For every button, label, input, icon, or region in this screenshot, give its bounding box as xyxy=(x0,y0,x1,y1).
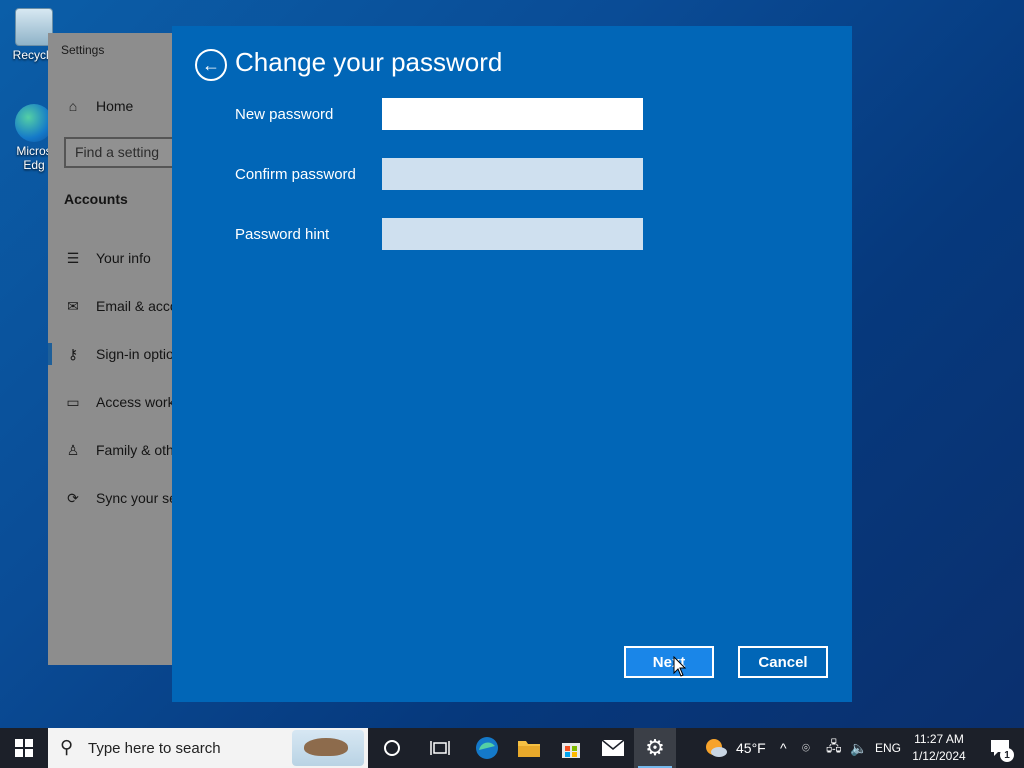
store-button[interactable] xyxy=(550,728,592,768)
nav-sync[interactable]: ⟳ Sync your se xyxy=(64,489,177,507)
nav-your-info[interactable]: ☰ Your info xyxy=(64,249,151,267)
language-indicator[interactable]: ENG xyxy=(875,728,901,768)
weather-icon xyxy=(706,739,727,757)
gear-icon: ⚙ xyxy=(645,735,665,760)
nav-home[interactable]: ⌂ Home xyxy=(64,97,134,115)
nav-label: Email & acco xyxy=(96,298,178,314)
meet-now-icon[interactable]: ⌾ xyxy=(802,728,810,768)
desktop-icon-label: Micros Edg xyxy=(16,144,52,172)
settings-taskbar-button[interactable]: ⚙ xyxy=(634,728,676,768)
cancel-button[interactable]: Cancel xyxy=(738,646,828,678)
edge-icon xyxy=(476,737,498,759)
mail-button[interactable] xyxy=(592,728,634,768)
key-icon: ⚷ xyxy=(67,345,79,362)
confirm-password-label: Confirm password xyxy=(235,166,356,183)
network-icon[interactable]: 🖧 xyxy=(826,728,842,768)
clock-time: 11:27 AM xyxy=(914,732,964,746)
action-center-button[interactable]: 1 xyxy=(980,728,1020,768)
find-setting-input[interactable]: Find a setting xyxy=(64,137,178,168)
person-info-icon: ☰ xyxy=(66,249,80,266)
chevron-up-icon: ^ xyxy=(780,740,787,756)
nav-label: Family & oth xyxy=(96,442,174,458)
settings-window: Settings ⌂ Home Find a setting Accounts … xyxy=(48,33,178,665)
briefcase-icon: ▭ xyxy=(66,393,80,410)
person-add-icon: ♙ xyxy=(66,441,80,458)
edge-taskbar-button[interactable] xyxy=(466,728,508,768)
nav-access-work[interactable]: ▭ Access work xyxy=(64,393,175,411)
task-view-button[interactable] xyxy=(420,728,460,768)
section-heading: Accounts xyxy=(64,191,128,207)
weather-temp: 45°F xyxy=(736,740,766,756)
notification-count-badge: 1 xyxy=(1000,748,1014,762)
taskbar: ⚲ Type here to search ⚙ 45°F ^ ⌾ 🖧 🔈 ENG… xyxy=(0,728,1024,768)
arrow-left-icon: ← xyxy=(202,54,220,75)
task-view-icon xyxy=(430,741,450,755)
nav-email-accounts[interactable]: ✉ Email & acco xyxy=(64,297,178,315)
circle-icon xyxy=(384,740,400,756)
nav-label: Access work xyxy=(96,394,175,410)
password-hint-input[interactable] xyxy=(382,218,643,250)
nav-sign-in-options[interactable]: ⚷ Sign-in optio xyxy=(64,345,174,363)
settings-title: Settings xyxy=(61,43,105,57)
clock[interactable]: 11:27 AM 1/12/2024 xyxy=(906,731,972,765)
nav-label: Sync your se xyxy=(96,490,177,506)
home-icon: ⌂ xyxy=(68,98,78,114)
back-button[interactable]: ← xyxy=(195,49,227,81)
selection-indicator xyxy=(48,343,52,365)
nav-label: Sign-in optio xyxy=(96,346,174,362)
start-button[interactable] xyxy=(0,728,48,768)
sync-icon: ⟳ xyxy=(67,489,79,506)
mail-icon xyxy=(601,739,625,756)
next-button[interactable]: Next xyxy=(624,646,714,678)
confirm-password-input[interactable] xyxy=(382,158,643,190)
clock-date: 1/12/2024 xyxy=(912,749,966,763)
weather-widget[interactable]: 45°F xyxy=(704,728,766,768)
cortana-button[interactable] xyxy=(372,728,412,768)
file-explorer-button[interactable] xyxy=(508,728,550,768)
search-placeholder: Type here to search xyxy=(88,740,221,757)
store-icon xyxy=(562,743,580,758)
windows-logo-icon xyxy=(15,739,33,757)
mouse-cursor-icon xyxy=(673,656,687,677)
password-hint-label: Password hint xyxy=(235,226,330,243)
new-password-label: New password xyxy=(235,106,334,123)
nav-family[interactable]: ♙ Family & oth xyxy=(64,441,174,459)
volume-muted-icon[interactable]: 🔈 xyxy=(850,728,867,768)
mail-icon: ✉ xyxy=(67,297,79,314)
folder-icon xyxy=(518,741,540,757)
new-password-input[interactable] xyxy=(382,98,643,130)
change-password-dialog: ← Change your password New password Conf… xyxy=(172,26,852,702)
dialog-title: Change your password xyxy=(235,47,503,77)
nav-label: Your info xyxy=(96,250,151,266)
taskbar-search-box[interactable]: ⚲ Type here to search xyxy=(48,728,368,768)
search-icon: ⚲ xyxy=(60,737,74,757)
show-hidden-icons-button[interactable]: ^ xyxy=(780,728,787,768)
nav-home-label: Home xyxy=(96,98,134,114)
search-highlight-image xyxy=(292,730,364,766)
